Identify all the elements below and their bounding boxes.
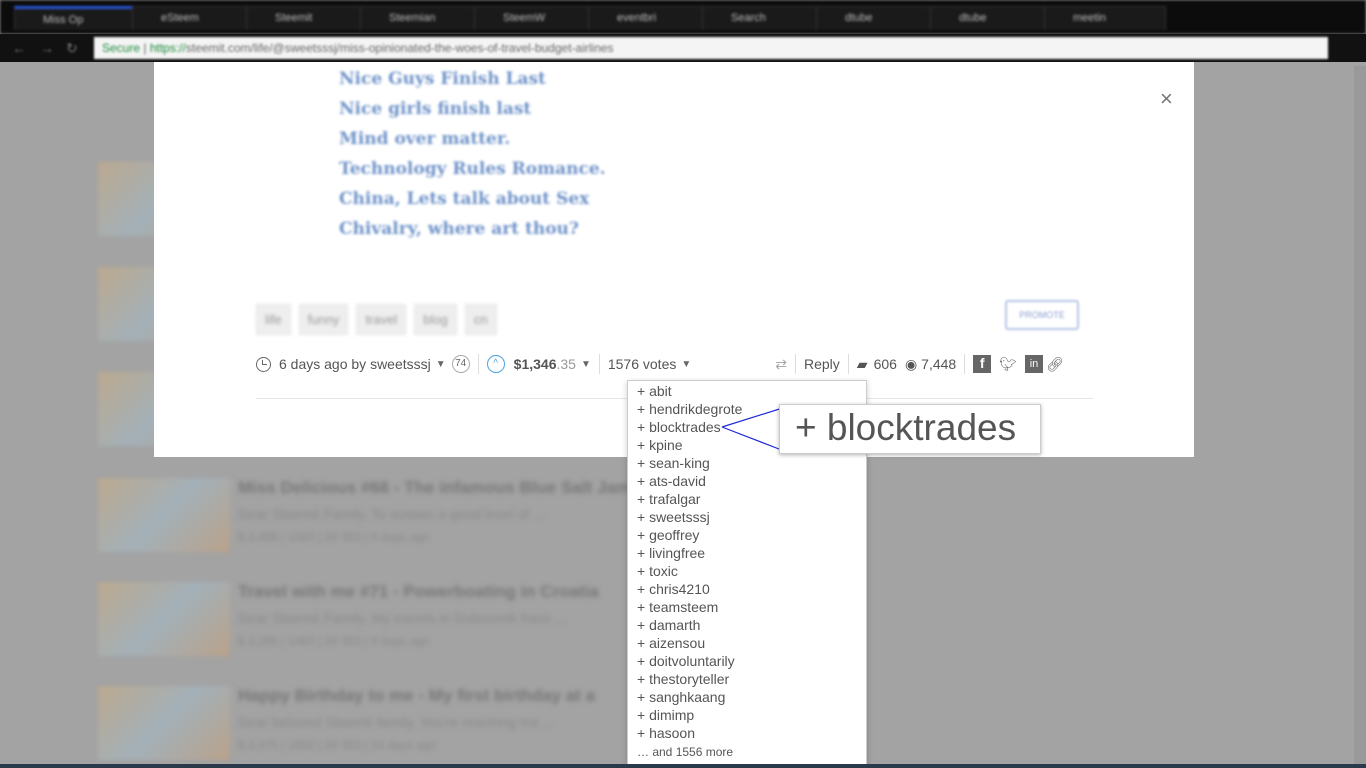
magnifier-callout: + blocktrades [779,404,1041,454]
post-footer: 6 days ago by sweetsssj ▼ 74 ^ $1,346.35… [256,354,1096,374]
divider [964,354,966,374]
browser-tab[interactable]: Steemian [360,6,482,30]
voter-item[interactable]: + teamsteem [628,598,866,616]
tag[interactable]: blog [414,304,457,335]
browser-tab[interactable]: dtube [816,6,938,30]
post-link[interactable]: China, Lets talk about Sex [339,184,606,214]
scrollbar[interactable] [1354,66,1366,768]
post-thumbnail [98,686,230,760]
browser-tab[interactable]: SteemW [474,6,596,30]
post-title[interactable]: Happy Birthday to me - My first birthday… [238,686,595,706]
tag[interactable]: funny [298,304,349,335]
post-item[interactable]: Happy Birthday to me - My first birthday… [98,686,1098,766]
post-link[interactable]: Technology Rules Romance. [339,154,606,184]
browser-tab[interactable]: meetin [1044,6,1166,30]
payout-value[interactable]: $1,346.35 [514,356,576,372]
voter-item[interactable]: + trafalgar [628,490,866,508]
browser-tab[interactable]: dtube [930,6,1052,30]
post-meta: $ 4,475 | 1650 | 28 363 | 14 days ago [238,738,437,752]
taskbar [0,764,1366,768]
post-excerpt: Dear beloved Steemit family, You're reac… [238,714,555,730]
voter-item[interactable]: + sean-king [628,454,866,472]
more-voters: … and 1556 more [637,745,734,759]
secure-label: Secure [102,41,141,55]
forward-icon[interactable]: → [40,40,54,56]
voter-item[interactable]: + chris4210 [628,580,866,598]
post-body: Nice Guys Finish Last Nice girls finish … [339,64,606,244]
post-thumbnail [98,582,230,656]
twitter-icon[interactable]: 🐦︎ [999,356,1017,373]
browser-tab[interactable]: eSteem [132,6,254,30]
url-input[interactable]: Secure | https://steemit.com/life/@sweet… [94,37,1328,59]
caret-down-icon[interactable]: ▼ [581,359,591,370]
post-thumbnail [98,478,230,552]
upvote-icon[interactable]: ^ [486,355,505,373]
voter-item[interactable]: + livingfree [628,544,866,562]
post-item[interactable]: Miss Delicious #66 - The infamous Blue S… [98,478,1098,558]
votes-dropdown-toggle[interactable]: 1576 votes [608,356,677,372]
facebook-icon[interactable]: f [973,355,992,373]
divider [847,354,849,374]
post-link[interactable]: Nice Guys Finish Last [339,64,606,94]
author-link[interactable]: sweetsssj [370,356,431,372]
url-scheme: https:// [149,41,186,55]
post-item[interactable]: Travel with me #71 - Powerboating in Cro… [98,582,1098,662]
post-link[interactable]: Nice girls finish last [339,94,606,124]
tag[interactable]: cn [464,304,497,335]
comments-icon: ▰ [856,355,868,372]
divider [598,354,600,374]
tag[interactable]: travel [356,304,407,335]
post-time: 6 days ago by [279,356,367,372]
voter-item[interactable]: + thestoryteller [628,670,866,688]
linkedin-icon[interactable]: in [1024,355,1043,373]
post-meta: $ 3,266 | 1483 | 28 363 | 9 days ago [238,634,430,648]
voter-item[interactable]: + doitvoluntarily [628,652,866,670]
post-link[interactable]: Mind over matter. [339,124,606,154]
view-count: 7,448 [921,356,957,372]
browser-tab[interactable]: Steemit [246,6,368,30]
close-icon[interactable]: × [1160,86,1173,112]
voter-item[interactable]: + abit [628,382,866,400]
browser-tab-bar: Miss Op eSteem Steemit Steemian SteemW e… [0,0,1366,34]
post-excerpt: Dear Steemit Family, To sustain a good l… [238,506,545,522]
voter-item[interactable]: + sweetsssj [628,508,866,526]
browser-tab[interactable]: Miss Op [14,6,136,30]
divider [477,354,479,374]
tag-list: life funny travel blog cn [256,304,497,335]
voter-item[interactable]: + sanghkaang [628,688,866,706]
caret-down-icon[interactable]: ▼ [681,359,691,370]
post-meta: $ 4,488 | 1583 | 28 363 | 6 days ago [238,530,430,544]
browser-tab[interactable]: eventbri [588,6,710,30]
voter-item[interactable]: + damarth [628,616,866,634]
voter-item[interactable]: + geoffrey [628,526,866,544]
voter-item[interactable]: + dimimp [628,706,866,724]
tag[interactable]: life [256,304,291,335]
clock-icon [256,356,271,372]
divider [795,354,796,374]
voter-item[interactable]: + toxic [628,562,866,580]
back-icon[interactable]: ← [12,40,26,56]
reload-icon[interactable]: ↻ [66,40,78,57]
url-path: steemit.com/life/@sweetsssj/miss-opinion… [185,41,614,55]
voter-item[interactable]: + hasoon [628,724,866,742]
reputation-badge: 74 [451,355,470,373]
post-title[interactable]: Miss Delicious #66 - The infamous Blue S… [238,478,631,498]
post-title[interactable]: Travel with me #71 - Powerboating in Cro… [238,582,599,602]
resteem-icon[interactable]: ⇄ [775,356,787,373]
reply-link[interactable]: Reply [804,356,840,372]
caret-down-icon[interactable]: ▼ [436,359,446,370]
post-excerpt: Dear Steemit Family, My travels in Dubro… [238,610,567,626]
comment-count[interactable]: 606 [874,356,897,372]
browser-tab[interactable]: Search [702,6,824,30]
voter-item[interactable]: + ats-david [628,472,866,490]
post-link[interactable]: Chivalry, where art thou? [339,214,606,244]
promote-button[interactable]: PROMOTE [1005,300,1079,330]
voter-item[interactable]: + aizensou [628,634,866,652]
link-icon[interactable]: 🔗︎ [1046,356,1064,373]
eye-icon: ◉ [904,355,918,372]
